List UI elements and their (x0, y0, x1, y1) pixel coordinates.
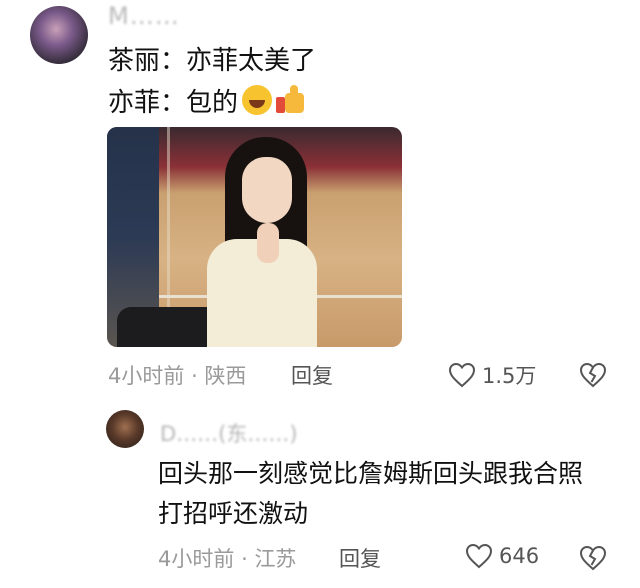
username[interactable]: M…… (108, 2, 180, 30)
separator: · (191, 364, 198, 388)
reply-button[interactable]: 回复 (291, 360, 333, 390)
heart-icon (448, 362, 476, 388)
comment-text: 亦菲：包的 (108, 88, 239, 118)
location: 江苏 (254, 547, 297, 571)
comment-text-line: 亦菲：包的 (108, 82, 306, 119)
comment-photo[interactable] (107, 127, 402, 347)
timestamp: 4小时前 (158, 547, 235, 571)
comment-meta: 4小时前 · 陕西 (108, 360, 246, 390)
thumbs-up-emoji-icon (276, 85, 306, 115)
like-button[interactable]: 1.5万 (448, 360, 536, 390)
heart-icon (465, 543, 493, 569)
reply-avatar[interactable] (106, 410, 144, 448)
reply-username[interactable]: D……(东……) (160, 418, 298, 448)
broken-heart-icon[interactable] (579, 362, 607, 388)
reply-text-line: 回头那一刻感觉比詹姆斯回头跟我合照 (158, 459, 584, 488)
reply-meta: 4小时前 · 江苏 (158, 543, 296, 573)
avatar[interactable] (30, 6, 88, 64)
separator: · (241, 547, 248, 571)
reply-button[interactable]: 回复 (339, 543, 381, 573)
reply-text-line: 打招呼还激动 (158, 499, 309, 528)
timestamp: 4小时前 (108, 364, 185, 388)
like-count: 1.5万 (482, 364, 537, 388)
like-button[interactable]: 646 (465, 543, 539, 569)
rolling-laughing-emoji-icon (242, 85, 273, 115)
location: 陕西 (204, 364, 247, 388)
broken-heart-icon[interactable] (579, 545, 607, 571)
like-count: 646 (499, 544, 540, 568)
comment-text-line: 茶丽：亦菲太美了 (108, 46, 317, 76)
